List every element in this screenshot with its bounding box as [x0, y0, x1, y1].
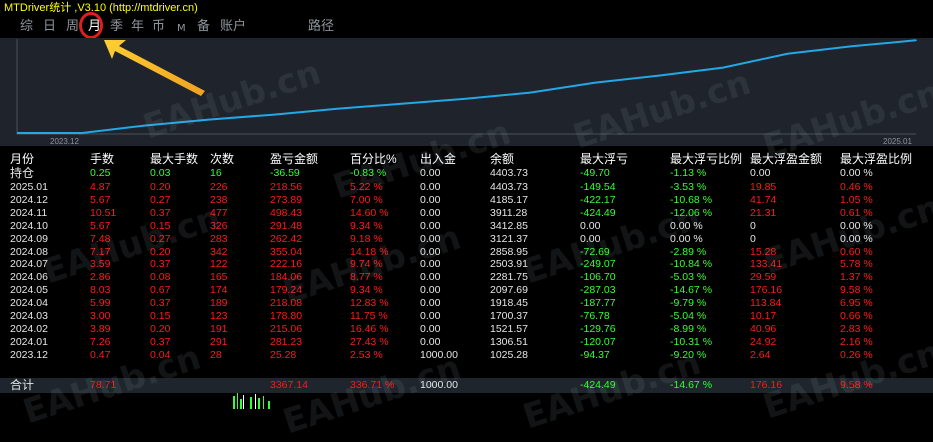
- header-cell: 最大浮盈金额: [750, 152, 823, 166]
- cell-7: 4403.73: [490, 167, 528, 179]
- balance-point-2024.04: [336, 107, 339, 110]
- balance-point-2024.11: [786, 53, 789, 55]
- cell-3: 16: [210, 167, 222, 179]
- mtdriver-stats-window: MTDriver统计 ,V3.10 (http://mtdriver.cn) 综…: [0, 0, 933, 442]
- header-cell: 余额: [490, 152, 515, 166]
- tab-4[interactable]: 季: [110, 18, 123, 36]
- balance-point-2023.12: [79, 132, 81, 135]
- row-label: 持仓: [10, 166, 35, 180]
- balance-point-2024.10: [722, 66, 724, 69]
- balance-point-2024.03: [272, 113, 274, 116]
- cell-9: -9.20 %: [670, 348, 707, 361]
- cell-11: 0.26 %: [840, 348, 873, 361]
- cell-2: 0.03: [150, 167, 171, 179]
- balance-point-2024.12: [850, 45, 853, 48]
- cell-4: -36.59: [270, 167, 300, 179]
- tab-2[interactable]: 周: [66, 18, 79, 36]
- window-title: MTDriver统计 ,V3.10 (http://mtdriver.cn): [4, 2, 198, 14]
- header-cell: 百分比%: [350, 152, 397, 166]
- period-tabs: 综日周月季年币 M 备账户 路径: [0, 16, 933, 38]
- cell-8: -424.49: [580, 379, 616, 391]
- cell-1: 0.25: [90, 167, 111, 179]
- header-cell: 次数: [210, 152, 235, 166]
- balance-point-2024.08: [593, 82, 596, 84]
- cell-6: 0.00: [420, 167, 441, 179]
- cell-5: -0.83 %: [350, 167, 387, 179]
- cell-11: 9.58 %: [840, 379, 873, 391]
- cell-10: 2.64: [750, 348, 771, 361]
- row-label: 合计: [10, 378, 35, 392]
- balance-line-chart: [16, 39, 917, 135]
- header-cell: 最大浮盈比例: [840, 152, 913, 166]
- table-header: 月份 手数 最大手数 次数 盈亏金额 百分比% 出入金 余额 最大浮亏 最大浮亏比例 最大浮盈金额 最…: [0, 152, 933, 167]
- cell-1: 78.71: [90, 379, 117, 391]
- tab-10[interactable]: 路径: [308, 18, 334, 36]
- cell-3: 28: [210, 348, 222, 361]
- header-cell: 最大浮亏比例: [670, 152, 743, 166]
- balance-chart: 2023.12 2025.01: [0, 38, 933, 146]
- balance-point-2024.07: [529, 91, 531, 94]
- balance-point-2024.05: [400, 103, 403, 105]
- cell-8: -49.70: [580, 167, 610, 179]
- cell-9: -14.67 %: [670, 379, 713, 391]
- highlight-ring-annotation: [79, 12, 103, 39]
- cell-7: 1025.28: [490, 348, 528, 361]
- balance-series-line: [17, 39, 917, 135]
- balance-point-2025.01: [915, 39, 917, 42]
- cell-6: 1000.00: [420, 379, 458, 391]
- cell-1: 0.47: [90, 348, 111, 361]
- total-row[interactable]: 合计 78.71 3367.14 336.71 % 1000.00 -424.49 -14.…: [0, 378, 933, 393]
- balance-point-2024.01: [143, 124, 146, 127]
- cell-11: 0.00 %: [840, 167, 873, 179]
- bottom-strip: [0, 393, 933, 409]
- tab-0[interactable]: 综: [20, 18, 33, 36]
- balance-point-2024.02: [207, 118, 210, 121]
- cell-5: 336.71 %: [350, 379, 395, 391]
- tab-5[interactable]: 年: [131, 18, 144, 36]
- x-axis-end-label: 2025.01: [883, 137, 912, 146]
- tab-1[interactable]: 日: [43, 18, 56, 36]
- table-row[interactable]: 2023.12 0.47 0.04 28 25.28 2.53 % 1000.00 1025.…: [0, 348, 933, 363]
- x-axis-start-label: 2023.12: [50, 137, 79, 146]
- header-cell: 出入金: [420, 152, 457, 166]
- cell-6: 1000.00: [420, 348, 458, 361]
- header-cell: 最大手数: [150, 152, 199, 166]
- cell-9: -1.13 %: [670, 167, 707, 179]
- volume-bars: [233, 393, 270, 409]
- tab-8[interactable]: 备: [197, 18, 210, 36]
- header-cell: 手数: [90, 152, 115, 166]
- balance-point-2024.09: [658, 74, 660, 77]
- header-cell: 盈亏金额: [270, 152, 319, 166]
- balance-point-2024.06: [465, 97, 467, 100]
- header-cell: 最大浮亏: [580, 152, 629, 166]
- tab-7[interactable]: M: [177, 20, 186, 38]
- cell-10: 0.00: [750, 167, 771, 179]
- cell-4: 25.28: [270, 348, 297, 361]
- header-cell: 月份: [10, 152, 35, 166]
- cell-8: -94.37: [580, 348, 610, 361]
- tab-6[interactable]: 币: [152, 18, 165, 36]
- monthly-stats-table: 月份 手数 最大手数 次数 盈亏金额 百分比% 出入金 余额 最大浮亏 最大浮亏比例 最大浮盈金额 最…: [0, 150, 933, 409]
- cell-4: 3367.14: [270, 379, 308, 391]
- cell-5: 2.53 %: [350, 348, 383, 361]
- cell-10: 176.16: [750, 379, 783, 391]
- tab-9[interactable]: 账户: [220, 18, 246, 36]
- row-label: 2023.12: [10, 348, 48, 361]
- position-row[interactable]: 持仓 0.25 0.03 16 -36.59 -0.83 % 0.00 4403.73 -49.…: [0, 166, 933, 181]
- chart-axes: [16, 39, 916, 135]
- cell-2: 0.04: [150, 348, 171, 361]
